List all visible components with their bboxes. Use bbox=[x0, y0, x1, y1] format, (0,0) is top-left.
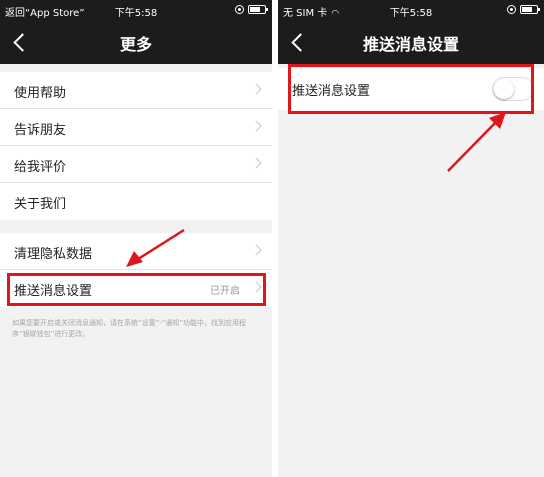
arrow-to-push-settings bbox=[126, 228, 185, 267]
annotation-arrows bbox=[126, 112, 506, 267]
arrow-to-toggle bbox=[447, 112, 506, 172]
